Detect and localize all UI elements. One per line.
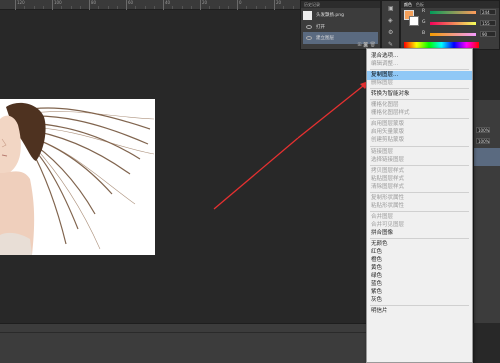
ruler-tick: 120 [15, 0, 25, 10]
opacity-field[interactable]: 100% [476, 127, 490, 133]
menu-separator [370, 118, 469, 120]
blue-value-field[interactable]: 90 [480, 31, 496, 37]
ruler-minor-tick [172, 6, 174, 9]
ruler-minor-tick [209, 6, 211, 9]
timeline-divider [0, 332, 366, 333]
layer-context-menu: 混合选项... 编辑调整... 复制图层... 删除图层 转换为智能对象 栅格化图层 栅格化… [366, 48, 473, 363]
channel-label: R [422, 9, 426, 14]
thumbnail-icon [303, 10, 312, 20]
menu-separator [370, 145, 469, 147]
menu-separator [370, 69, 469, 71]
ruler-minor-tick [181, 6, 183, 9]
ruler-minor-tick [227, 6, 229, 9]
menu-item[interactable]: 灰色 [367, 296, 472, 305]
selected-layer-row[interactable] [474, 148, 500, 166]
ruler-minor-tick [190, 6, 192, 9]
ruler-minor-tick [255, 6, 257, 9]
menu-separator [370, 210, 469, 212]
menu-item: 创建剪贴蒙版 [371, 137, 405, 144]
ruler-minor-tick [42, 6, 44, 9]
ruler-tick: 40 [163, 0, 170, 10]
ruler-minor-tick [33, 6, 35, 9]
blue-slider-bar[interactable] [430, 33, 476, 36]
history-item-label: 打开 [316, 25, 325, 30]
background-color-swatch[interactable] [409, 16, 419, 26]
color-panel-tabs: 颜色 色板 [401, 1, 499, 8]
canvas-area[interactable] [0, 10, 300, 323]
menu-separator [370, 238, 469, 239]
ruler-minor-tick [135, 6, 137, 9]
ruler-tick: 60 [126, 0, 133, 10]
green-slider-bar[interactable] [430, 22, 476, 25]
menu-item[interactable]: 转换为智能对象 [367, 90, 472, 99]
ruler-tick: 0 [237, 0, 242, 10]
ruler-minor-tick [292, 6, 294, 9]
history-item[interactable]: 头发飘扬.png [303, 9, 378, 21]
menu-separator [370, 99, 469, 101]
ruler-minor-tick [70, 6, 72, 9]
ruler-minor-tick [246, 6, 248, 9]
ruler-minor-tick [153, 6, 155, 9]
history-item-label: 建立图层 [316, 36, 334, 41]
history-state-icon [306, 25, 312, 29]
history-panel-tab[interactable]: 历史记录 [301, 1, 380, 8]
menu-item[interactable]: 明信片 [367, 307, 472, 316]
menu-item: 编辑调整... [371, 61, 399, 68]
green-slider[interactable]: G 155 [422, 20, 500, 27]
ruler-minor-tick [61, 6, 63, 9]
ruler-minor-tick [218, 6, 220, 9]
timeline-bar [0, 323, 366, 363]
ruler-minor-tick [116, 6, 118, 9]
ruler-tick: 100 [52, 0, 62, 10]
red-slider-bar[interactable] [430, 11, 476, 14]
ruler-tick: 20 [274, 0, 281, 10]
history-item-label: 头发飘扬.png [316, 13, 344, 18]
history-state-icon [306, 36, 312, 40]
blue-slider[interactable]: B 90 [422, 31, 500, 38]
red-arrow-head [298, 80, 371, 139]
adjust-tool-icon[interactable]: ⚙ [388, 29, 393, 36]
panel-tool-strip: ▣ ◈ ⚙ ✎ [381, 0, 400, 50]
fill-field[interactable]: 100% [476, 138, 490, 144]
channel-label: B [422, 31, 426, 36]
menu-item: 栅格化图层样式 [371, 110, 410, 117]
ruler-minor-tick [107, 6, 109, 9]
menu-separator [370, 88, 469, 90]
menu-item: 清除图层样式 [371, 183, 405, 190]
menu-item[interactable]: 拼合图像 [367, 229, 472, 238]
ruler-tick: 20 [200, 0, 207, 10]
menu-item: 粘贴形状属性 [371, 202, 405, 209]
red-slider[interactable]: R 244 [422, 9, 500, 16]
channel-label: G [422, 20, 426, 25]
layers-tool-icon[interactable]: ◈ [388, 17, 393, 24]
ruler-minor-tick [24, 6, 26, 9]
menu-separator [370, 305, 469, 307]
ruler-tick: 80 [89, 0, 96, 10]
green-value-field[interactable]: 155 [480, 20, 496, 26]
ruler-minor-tick [283, 6, 285, 9]
menu-item: 删除图层 [371, 80, 394, 87]
brush-tool-icon[interactable]: ✎ [388, 41, 393, 48]
ruler-minor-tick [79, 6, 81, 9]
menu-item: 选择链接图层 [371, 156, 405, 163]
horizontal-ruler: 120 100 80 60 40 20 0 20 [0, 0, 303, 10]
red-value-field[interactable]: 244 [480, 9, 496, 15]
ruler-minor-tick [144, 6, 146, 9]
menu-separator [370, 191, 469, 193]
tab-color[interactable]: 颜色 [404, 2, 412, 7]
ruler-minor-tick [98, 6, 100, 9]
ruler-minor-tick [264, 6, 266, 9]
layers-panel-strip: 100% 100% [473, 100, 500, 323]
menu-separator [370, 164, 469, 166]
red-arrow-annotation [213, 137, 299, 210]
tab-swatches[interactable]: 色板 [416, 2, 424, 7]
history-tool-icon[interactable]: ▣ [388, 5, 394, 12]
history-panel: 历史记录 头发飘扬.png 打开 建立图层 ⊞ ◙ 🗑 [300, 0, 381, 50]
